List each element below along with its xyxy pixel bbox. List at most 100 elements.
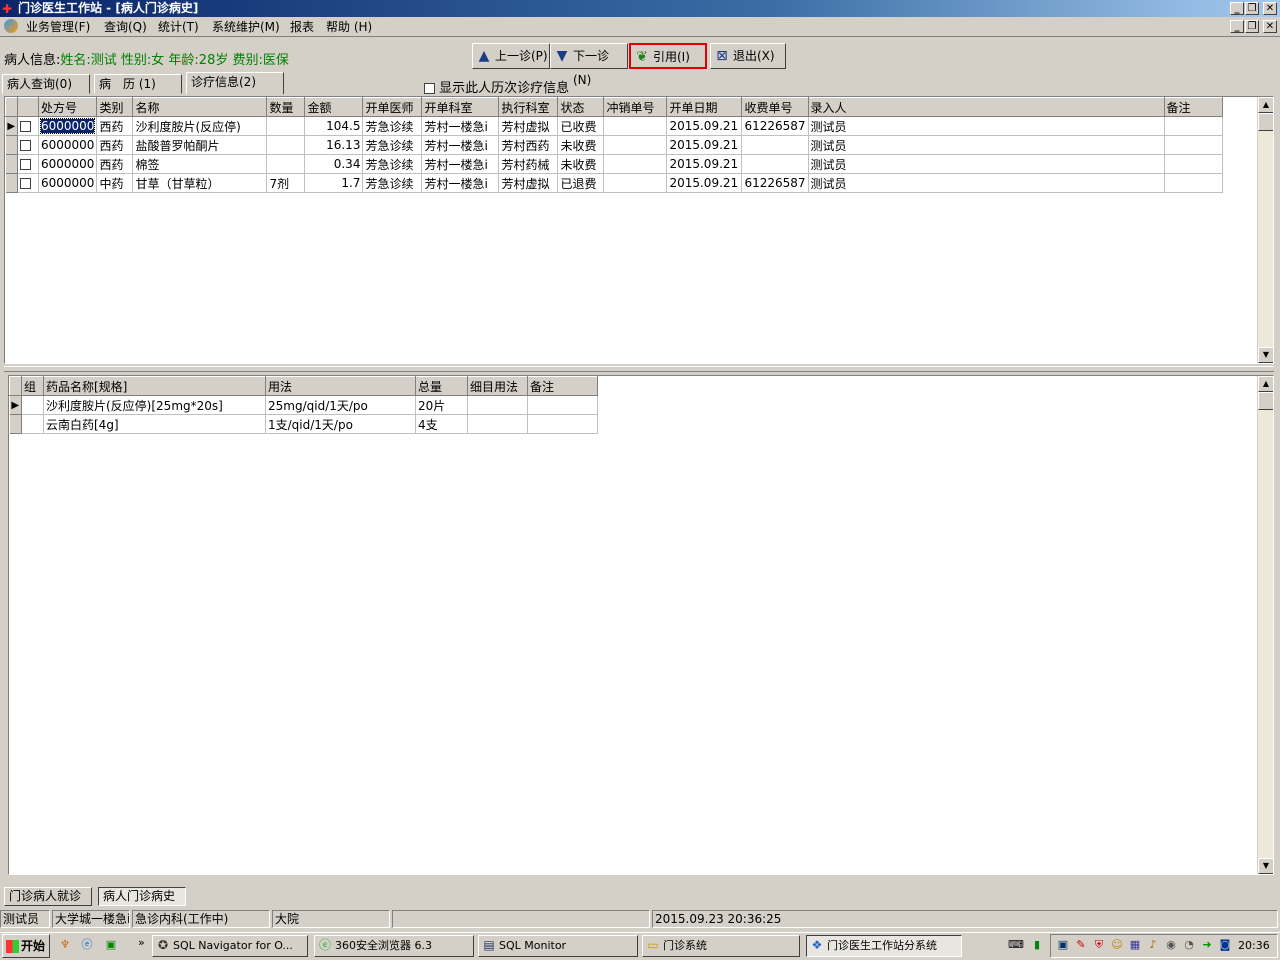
tray-app-icon[interactable]: ◙	[1218, 938, 1232, 952]
table-row[interactable]: 6000000 西药 棉签 0.34 芳急诊续 芳村一楼急i 芳村药械 未收费 …	[5, 154, 1223, 174]
header-col[interactable]: 备注	[527, 376, 598, 396]
tray-record-icon[interactable]: ◉	[1164, 938, 1178, 952]
task-doctor-workstation[interactable]: ❖ 门诊医生工作站分系统	[806, 935, 962, 957]
table-row[interactable]: ▶ 沙利度胺片(反应停)[25mg*20s] 25mg/qid/1天/po 20…	[9, 395, 598, 415]
header-col[interactable]: 数量	[266, 97, 306, 117]
header-col[interactable]: 状态	[557, 97, 605, 117]
tab-treatment-info[interactable]: 诊疗信息(2)	[186, 72, 284, 94]
header-col[interactable]: 名称	[132, 97, 268, 117]
next-visit-button[interactable]: ▼ 下一诊(N)	[550, 43, 628, 87]
start-button[interactable]: 开始	[2, 934, 50, 958]
tray-volume-icon[interactable]: ♪	[1146, 938, 1160, 952]
table-row[interactable]: 6000000 中药 甘草（甘草粒） 7剂 1.7 芳急诊续 芳村一楼急i 芳村…	[5, 173, 1223, 193]
menu-report[interactable]: 报表	[286, 18, 318, 36]
tray-network-icon[interactable]: ▣	[1056, 938, 1070, 952]
header-col[interactable]: 收费单号	[741, 97, 809, 117]
header-col[interactable]: 类别	[96, 97, 134, 117]
tab-medical-record[interactable]: 病 历 (1)	[94, 74, 182, 94]
cell: 2015.09.21	[666, 154, 743, 174]
splitter[interactable]	[4, 366, 1274, 372]
tray-shield-icon[interactable]: ⛨	[1092, 938, 1106, 952]
header-col[interactable]: 开单科室	[421, 97, 500, 117]
quicklaunch-icon-3[interactable]: ▣	[104, 938, 118, 952]
cell: 测试员	[808, 173, 1165, 193]
cell	[467, 414, 528, 434]
header-col[interactable]: 冲销单号	[603, 97, 668, 117]
tray-clock[interactable]: 20:36	[1238, 939, 1270, 952]
mdi-minimize-button[interactable]: _	[1230, 20, 1244, 33]
cell	[266, 116, 306, 136]
prescription-scrollbar[interactable]: ▲ ▼	[1257, 97, 1273, 363]
restore-button[interactable]: ❐	[1245, 2, 1259, 15]
menu-query[interactable]: 查询(Q)	[100, 18, 151, 36]
tray-battery-icon[interactable]: ▮	[1030, 938, 1044, 952]
tray-clock-icon[interactable]: ◔	[1182, 938, 1196, 952]
row-checkbox[interactable]	[17, 135, 39, 155]
cell	[527, 395, 598, 415]
table-row[interactable]: 云南白药[4g] 1支/qid/1天/po 4支	[9, 414, 598, 434]
header-col[interactable]: 组	[21, 376, 44, 396]
header-col[interactable]: 总量	[415, 376, 468, 396]
row-checkbox[interactable]	[17, 173, 39, 193]
cell-selected[interactable]: 6000000	[39, 118, 96, 134]
task-sql-navigator[interactable]: ✪ SQL Navigator for O...	[152, 935, 308, 957]
row-checkbox[interactable]	[17, 116, 39, 136]
quicklaunch-ie-icon[interactable]: ⓔ	[80, 938, 94, 952]
scroll-down-icon[interactable]: ▼	[1258, 347, 1273, 363]
cell: 6000000	[38, 173, 98, 193]
cite-button[interactable]: ❦ 引用(I)	[629, 43, 707, 69]
exit-button[interactable]: ⊠ 退出(X)	[710, 43, 786, 69]
tray-users-icon[interactable]: ☺	[1110, 938, 1124, 952]
mdi-restore-button[interactable]: ❐	[1245, 20, 1259, 33]
window-tab-outpatient-history[interactable]: 病人门诊病史	[98, 887, 186, 906]
row-checkbox[interactable]	[17, 154, 39, 174]
menu-business[interactable]: 业务管理(F)	[22, 18, 94, 36]
header-col[interactable]: 执行科室	[498, 97, 559, 117]
table-row[interactable]: ▶ 6000000 西药 沙利度胺片(反应停) 104.5 芳急诊续 芳村一楼急…	[5, 116, 1223, 136]
scroll-up-icon[interactable]: ▲	[1258, 97, 1273, 113]
header-col[interactable]: 开单日期	[666, 97, 743, 117]
scroll-thumb[interactable]	[1258, 113, 1273, 131]
header-col[interactable]: 处方号	[37, 97, 98, 117]
table-row[interactable]: 6000000 西药 盐酸普罗帕酮片 16.13 芳急诊续 芳村一楼急i 芳村西…	[5, 135, 1223, 155]
header-col[interactable]: 备注	[1163, 97, 1223, 117]
cell: 16.13	[304, 135, 364, 155]
tray-display-icon[interactable]: ▦	[1128, 938, 1142, 952]
header-col[interactable]: 录入人	[807, 97, 1165, 117]
cell: 芳村药械	[498, 154, 559, 174]
scroll-down-icon[interactable]: ▼	[1258, 858, 1273, 874]
tray-update-icon[interactable]: ➜	[1200, 938, 1214, 952]
status-location: 大学城一楼急i	[52, 910, 130, 928]
task-sql-monitor[interactable]: ▤ SQL Monitor	[478, 935, 638, 957]
prev-visit-label: 上一诊(P)	[495, 49, 548, 63]
tray-keyboard-icon[interactable]: ⌨	[1008, 938, 1024, 952]
mdi-close-button[interactable]: ✕	[1263, 20, 1277, 33]
detail-scrollbar[interactable]: ▲ ▼	[1257, 376, 1273, 874]
quicklaunch-more-icon[interactable]: »	[138, 936, 145, 949]
scroll-thumb[interactable]	[1258, 392, 1273, 410]
header-col[interactable]: 开单医师	[362, 97, 423, 117]
menu-system[interactable]: 系统维护(M)	[208, 18, 284, 36]
close-button[interactable]: ✕	[1263, 2, 1277, 15]
menu-stats[interactable]: 统计(T)	[154, 18, 203, 36]
header-col[interactable]: 药品名称[规格]	[43, 376, 266, 396]
task-360-browser[interactable]: ⓔ 360安全浏览器 6.3	[314, 935, 474, 957]
cell: 1.7	[304, 173, 364, 193]
monitor-icon: ▤	[483, 938, 495, 952]
header-col[interactable]: 用法	[265, 376, 416, 396]
window-tab-outpatient-visit[interactable]: 门诊病人就诊	[4, 887, 92, 906]
header-col[interactable]: 金额	[304, 97, 364, 117]
header-col[interactable]: 细目用法	[467, 376, 528, 396]
minimize-button[interactable]: _	[1230, 2, 1244, 15]
scroll-up-icon[interactable]: ▲	[1258, 376, 1273, 392]
task-label: 门诊医生工作站分系统	[827, 939, 937, 952]
tray-pen-icon[interactable]: ✎	[1074, 938, 1088, 952]
history-checkbox[interactable]	[424, 83, 435, 94]
cite-label: 引用(I)	[653, 50, 690, 64]
tab-patient-query[interactable]: 病人查询(0)	[2, 74, 90, 94]
task-outpatient-system[interactable]: ▭ 门诊系统	[642, 935, 800, 957]
history-toggle[interactable]: 显示此人历次诊疗信息	[424, 77, 569, 96]
quicklaunch-icon-1[interactable]: ♆	[58, 938, 72, 952]
menu-help[interactable]: 帮助 (H)	[322, 18, 376, 36]
prev-visit-button[interactable]: ▲ 上一诊(P)	[472, 43, 550, 69]
